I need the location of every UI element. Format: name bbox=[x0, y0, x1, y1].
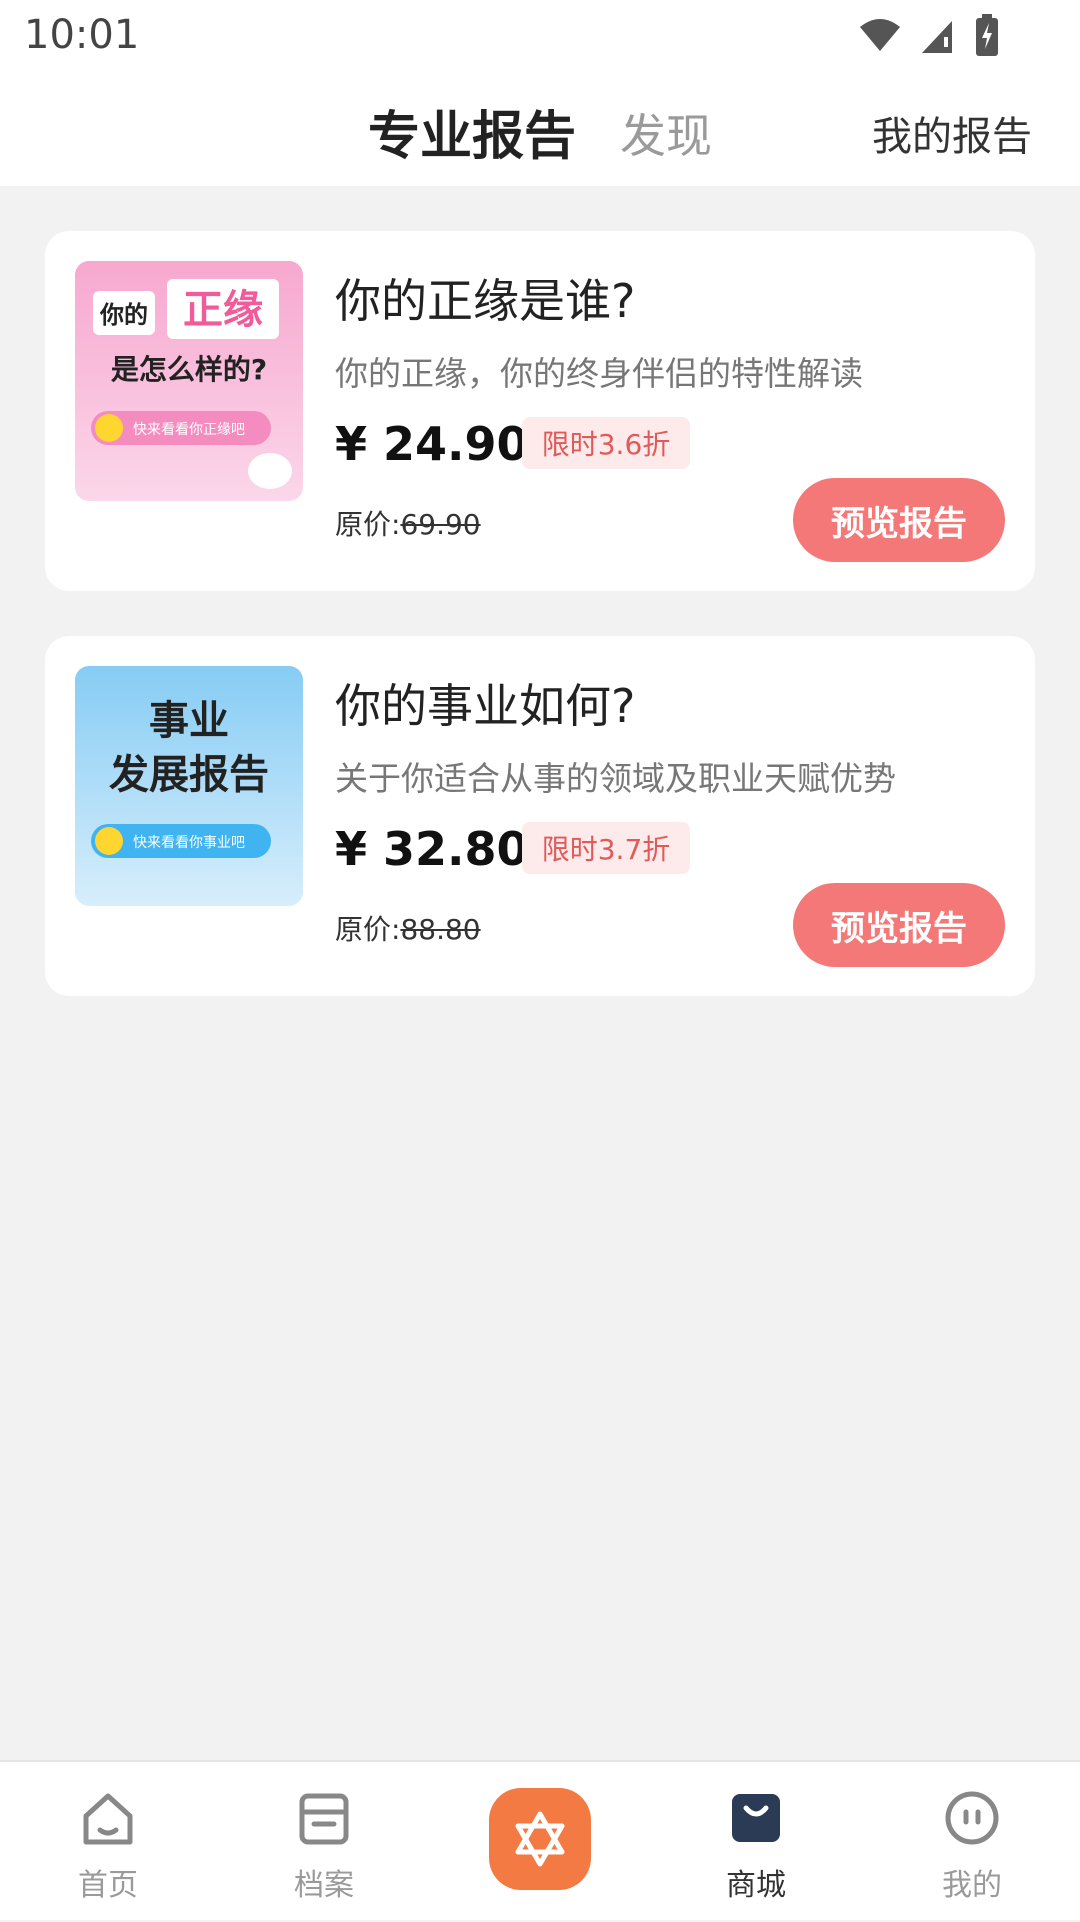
star-of-david-icon bbox=[515, 1811, 565, 1867]
thumb-line-4: 快来看看你正缘吧 bbox=[133, 422, 245, 438]
product-card[interactable]: 你的 正缘 是怎么样的? 快来看看你正缘吧 你的正缘是谁? 你的正缘，你的终身伴… bbox=[45, 231, 1035, 591]
profile-icon bbox=[945, 1791, 999, 1845]
product-thumbnail: 你的 正缘 是怎么样的? 快来看看你正缘吧 bbox=[75, 261, 303, 501]
nav-item-mall[interactable]: 商城 bbox=[648, 1762, 864, 1922]
signal-icon bbox=[922, 21, 952, 53]
preview-report-button[interactable]: 预览报告 bbox=[793, 883, 1005, 967]
product-thumbnail: 事业 发展报告 快来看看你事业吧 bbox=[75, 666, 303, 906]
tab-professional-report[interactable]: 专业报告 bbox=[368, 94, 576, 169]
product-subtitle: 你的正缘，你的终身伴侣的特性解读 bbox=[335, 354, 863, 393]
original-price-label: 原价: bbox=[335, 508, 401, 541]
home-icon bbox=[83, 1793, 133, 1845]
archive-icon bbox=[299, 1793, 349, 1845]
nav-label-profile: 我的 bbox=[942, 1868, 1002, 1903]
thumb-line-3: 是怎么样的? bbox=[111, 353, 267, 386]
thumb-line-2: 发展报告 bbox=[109, 752, 269, 798]
nav-label-mall: 商城 bbox=[726, 1868, 786, 1903]
product-title: 你的事业如何? bbox=[335, 679, 636, 733]
original-price: 原价:69.90 bbox=[335, 503, 481, 543]
product-price: ¥ 32.80 bbox=[335, 822, 529, 876]
thumb-line-3: 快来看看你事业吧 bbox=[133, 835, 245, 851]
wifi-icon bbox=[860, 19, 900, 51]
thumb-line-1: 你的 bbox=[99, 301, 148, 329]
header: 专业报告 发现 我的报告 bbox=[0, 76, 1080, 186]
product-subtitle: 关于你适合从事的领域及职业天赋优势 bbox=[335, 759, 896, 798]
tab-discover[interactable]: 发现 bbox=[620, 100, 712, 166]
original-price-value: 88.80 bbox=[400, 913, 481, 946]
battery-icon bbox=[976, 14, 998, 56]
product-card[interactable]: 事业 发展报告 快来看看你事业吧 你的事业如何? 关于你适合从事的领域及职业天赋… bbox=[45, 636, 1035, 996]
nav-item-archive[interactable]: 档案 bbox=[216, 1762, 432, 1922]
status-bar: 10:01 bbox=[0, 0, 1080, 76]
discount-badge: 限时3.6折 bbox=[522, 417, 690, 469]
product-list: 你的 正缘 是怎么样的? 快来看看你正缘吧 你的正缘是谁? 你的正缘，你的终身伴… bbox=[0, 186, 1080, 1760]
nav-item-profile[interactable]: 我的 bbox=[864, 1762, 1080, 1922]
nav-item-home[interactable]: 首页 bbox=[0, 1762, 216, 1922]
status-icons bbox=[858, 12, 1000, 58]
status-time: 10:01 bbox=[24, 12, 140, 58]
original-price: 原价:88.80 bbox=[335, 908, 481, 948]
product-price: ¥ 24.90 bbox=[335, 417, 529, 471]
discount-badge: 限时3.7折 bbox=[522, 822, 690, 874]
thumb-line-2: 正缘 bbox=[183, 287, 263, 333]
original-price-value: 69.90 bbox=[400, 508, 481, 541]
nav-label-home: 首页 bbox=[78, 1868, 138, 1903]
thumb-line-1: 事业 bbox=[149, 698, 229, 744]
my-report-link[interactable]: 我的报告 bbox=[872, 104, 1032, 162]
bottom-nav: 首页 档案 商城 我的 bbox=[0, 1760, 1080, 1920]
nav-label-archive: 档案 bbox=[294, 1868, 354, 1903]
preview-report-button[interactable]: 预览报告 bbox=[793, 478, 1005, 562]
center-action-button[interactable] bbox=[489, 1788, 591, 1890]
product-title: 你的正缘是谁? bbox=[335, 274, 636, 328]
shopping-bag-icon bbox=[732, 1794, 780, 1842]
original-price-label: 原价: bbox=[335, 913, 401, 946]
